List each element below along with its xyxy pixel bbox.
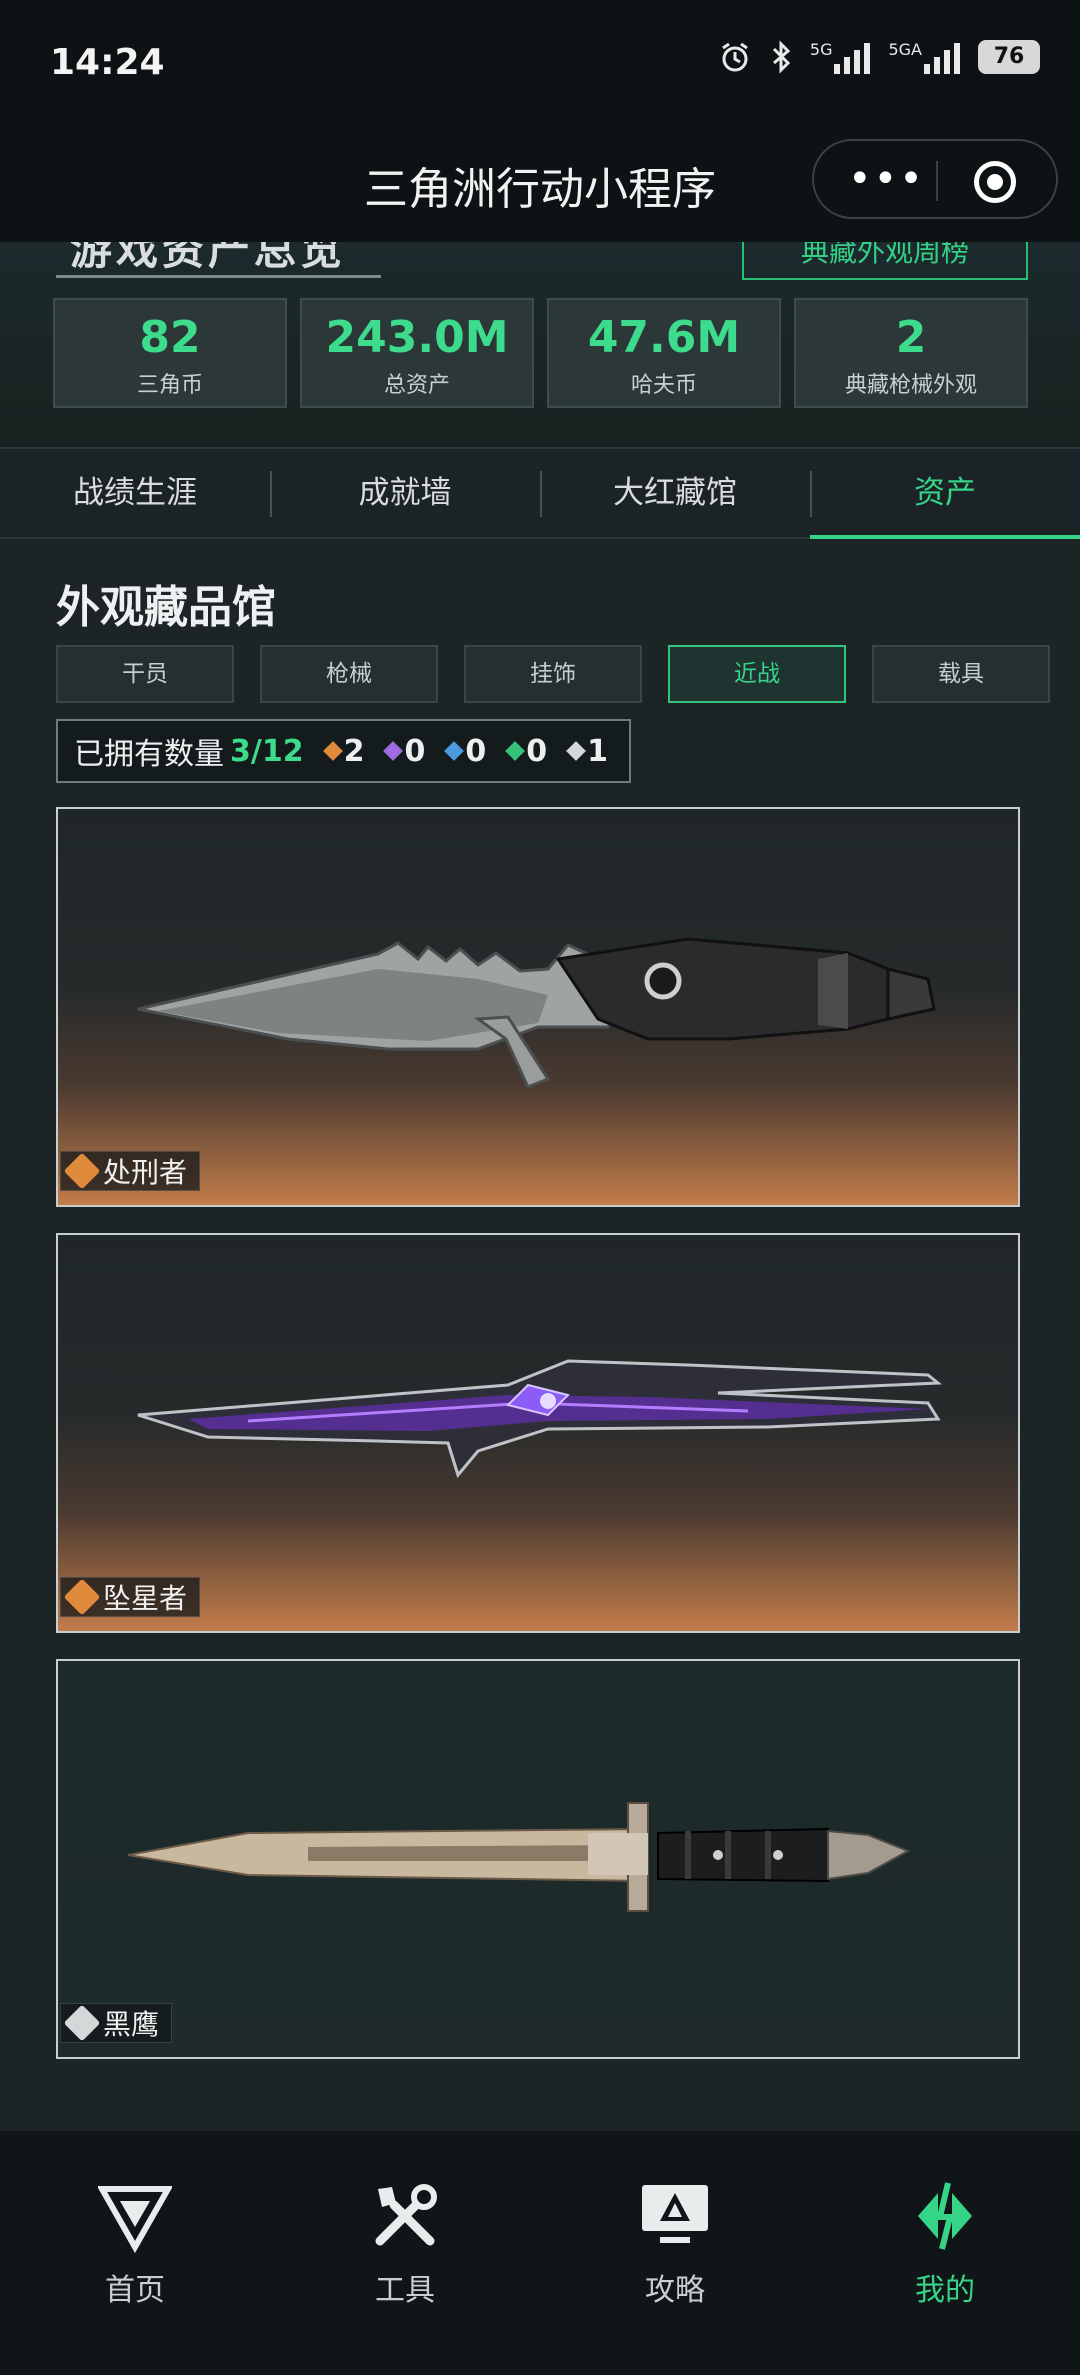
stat-value: 243.0M	[325, 312, 509, 363]
knife-star-faller-image	[137, 1359, 943, 1479]
rarity-blue-icon	[444, 741, 465, 761]
signal-bars-icon	[924, 40, 960, 74]
rarity-count: 0	[465, 733, 487, 769]
bluetooth-icon	[770, 40, 792, 74]
network-label-2: 5GA	[888, 40, 922, 59]
tools-icon	[375, 2184, 437, 2246]
rarity-purple-icon	[383, 741, 404, 761]
nav-label: 首页	[105, 2273, 165, 2308]
status-icons: 5G 5GA 76	[718, 40, 1040, 74]
section-title: 外观藏品馆	[56, 582, 276, 633]
stat-collector-skins: 2 典藏枪械外观	[794, 298, 1028, 408]
skin-name: 处刑者	[103, 1156, 188, 1189]
nav-label: 我的	[915, 2273, 975, 2308]
rarity-white-icon	[566, 741, 586, 761]
owned-count: 3/12	[230, 733, 304, 769]
knife-black-hawk-image	[128, 1802, 911, 1912]
rarity-green: 0	[505, 733, 548, 769]
nav-guide[interactable]: 攻略	[540, 2179, 810, 2309]
weekly-rank-link[interactable]: 典藏外观周榜	[742, 242, 1028, 280]
close-program-icon[interactable]	[974, 161, 1016, 203]
rarity-white-icon	[63, 2004, 101, 2042]
filter-vehicles[interactable]: 载具	[872, 645, 1050, 703]
nav-tools[interactable]: 工具	[270, 2179, 540, 2309]
stat-triangle-coin: 82 三角币	[53, 298, 287, 408]
status-bar: 14:24 5G 5GA 76	[0, 0, 1080, 125]
rarity-count: 2	[343, 733, 365, 769]
network-label-1: 5G	[809, 40, 833, 59]
stat-value: 47.6M	[587, 312, 741, 363]
tab-achievements[interactable]: 成就墙	[270, 449, 540, 539]
guide-monitor-icon	[642, 2185, 708, 2243]
nav-profile[interactable]: 我的	[810, 2179, 1080, 2309]
signal-bars-icon	[834, 40, 871, 74]
skin-card-executioner[interactable]: 处刑者	[56, 807, 1020, 1207]
rarity-count: 1	[587, 733, 608, 769]
skin-card-black-hawk[interactable]: 黑鹰	[56, 1659, 1020, 2059]
stat-total-assets: 243.0M 总资产	[300, 298, 534, 408]
signal-5ga: 5GA	[888, 40, 960, 74]
collection-section: 外观藏品馆 干员 枪械 挂饰 近战 载具 已拥有数量 3/12 2 0 0 0 …	[0, 541, 1080, 2131]
skin-name-tag: 坠星者	[60, 1577, 201, 1617]
filter-melee[interactable]: 近战	[668, 645, 846, 703]
rarity-orange-icon	[63, 1152, 101, 1190]
filter-charms[interactable]: 挂饰	[464, 645, 642, 703]
profile-logo-icon	[918, 2182, 972, 2250]
signal-5g: 5G	[810, 40, 871, 74]
rarity-orange-icon	[63, 1578, 101, 1616]
nav-label: 攻略	[645, 2273, 705, 2308]
rarity-orange: 2	[322, 733, 365, 769]
tab-assets[interactable]: 资产	[810, 449, 1080, 539]
skin-name-tag: 黑鹰	[60, 2003, 173, 2043]
stat-label: 典藏枪械外观	[844, 373, 977, 398]
nav-home[interactable]: 首页	[0, 2179, 270, 2309]
skin-name: 坠星者	[103, 1582, 188, 1615]
owned-label: 已拥有数量	[74, 737, 224, 772]
rarity-count: 0	[404, 733, 426, 769]
stat-label: 三角币	[136, 373, 203, 398]
home-logo-icon	[98, 2186, 172, 2253]
rarity-orange-icon	[322, 741, 343, 761]
rarity-white: 1	[566, 733, 608, 769]
stat-label: 哈夫币	[630, 373, 697, 398]
rarity-purple: 0	[383, 733, 426, 769]
rarity-green-icon	[505, 741, 526, 761]
heading-underline	[56, 272, 381, 278]
status-time: 14:24	[50, 42, 165, 83]
stat-haf-coin: 47.6M 哈夫币	[547, 298, 781, 408]
tab-red-collection[interactable]: 大红藏馆	[540, 449, 810, 539]
capsule-divider	[936, 161, 938, 201]
stat-value: 2	[895, 312, 927, 363]
skin-card-star-faller[interactable]: 坠星者	[56, 1233, 1020, 1633]
rarity-count: 0	[526, 733, 548, 769]
skin-name: 黑鹰	[103, 2008, 160, 2041]
capsule-menu: •••	[812, 139, 1058, 219]
knife-executioner-image	[137, 937, 936, 1089]
stat-label: 总资产	[383, 373, 450, 398]
owned-count-bar: 已拥有数量 3/12 2 0 0 0 1	[56, 719, 631, 783]
skin-name-tag: 处刑者	[60, 1151, 201, 1191]
alarm-icon	[718, 40, 752, 74]
nav-label: 工具	[375, 2273, 435, 2308]
filter-guns[interactable]: 枪械	[260, 645, 438, 703]
tab-career[interactable]: 战绩生涯	[0, 449, 270, 539]
battery-icon: 76	[978, 40, 1040, 74]
bottom-nav: 首页 工具 攻略 我的	[0, 2131, 1080, 2375]
profile-tabs: 战绩生涯 成就墙 大红藏馆 资产	[0, 447, 1080, 539]
stat-value: 82	[139, 312, 201, 363]
rarity-blue: 0	[444, 733, 487, 769]
asset-stats-panel: 游戏资产总览 典藏外观周榜 82 三角币 243.0M 总资产 47.6M 哈夫…	[0, 242, 1080, 447]
more-menu-icon[interactable]: •••	[848, 159, 925, 199]
mini-program-title-bar: 三角洲行动小程序 •••	[0, 125, 1080, 242]
filter-operators[interactable]: 干员	[56, 645, 234, 703]
